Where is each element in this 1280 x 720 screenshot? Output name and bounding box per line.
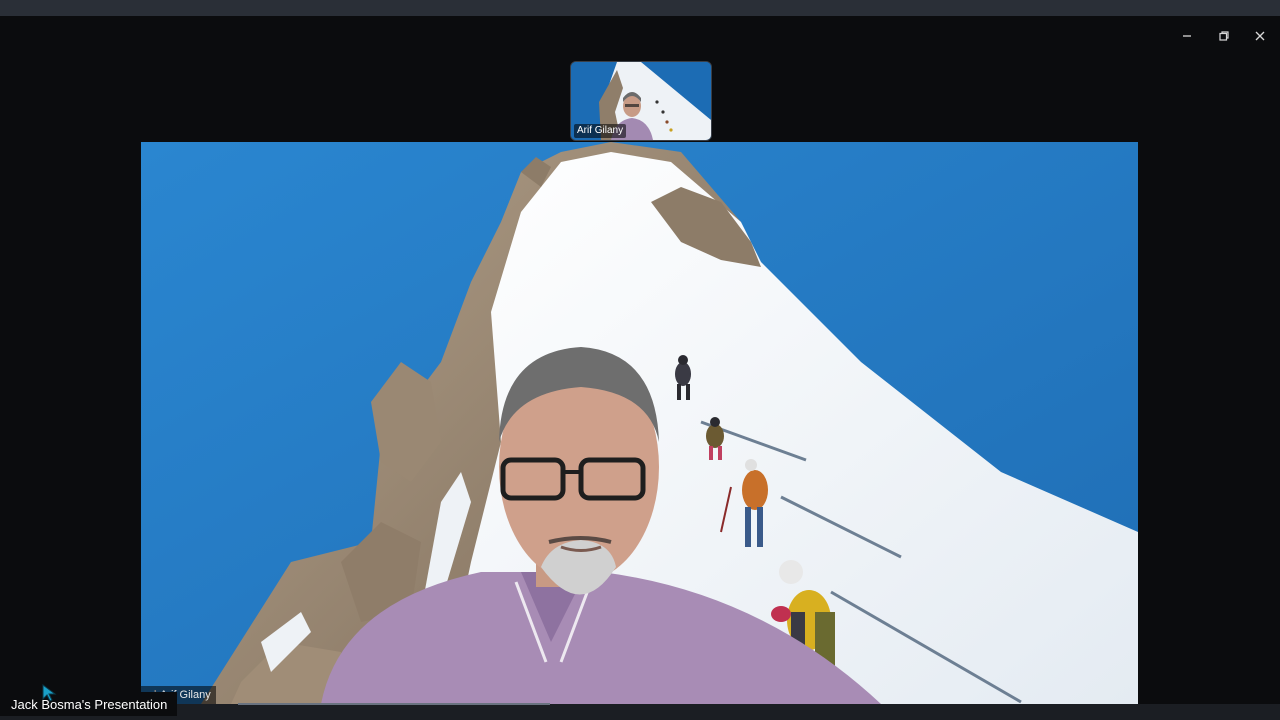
close-icon bbox=[1255, 31, 1265, 41]
meeting-window: Arif Gilany Arif Gilany Jack Bosma's Pre… bbox=[0, 0, 1280, 720]
presentation-label: Jack Bosma's Presentation bbox=[0, 692, 178, 716]
title-bar bbox=[0, 16, 1280, 56]
minimize-button[interactable] bbox=[1173, 22, 1201, 50]
mountain-scene bbox=[141, 142, 1138, 704]
main-video-area[interactable] bbox=[141, 142, 1138, 704]
restore-button[interactable] bbox=[1210, 22, 1238, 50]
os-top-strip bbox=[0, 0, 1280, 16]
participant-thumbnail[interactable]: Arif Gilany bbox=[570, 61, 712, 141]
progress-indicator bbox=[238, 703, 550, 705]
restore-icon bbox=[1219, 31, 1229, 41]
bottom-status-bar bbox=[0, 704, 1280, 720]
mouse-cursor-icon bbox=[42, 684, 57, 702]
close-button[interactable] bbox=[1246, 22, 1274, 50]
thumbnail-participant-name: Arif Gilany bbox=[574, 124, 627, 138]
minimize-icon bbox=[1183, 35, 1191, 37]
